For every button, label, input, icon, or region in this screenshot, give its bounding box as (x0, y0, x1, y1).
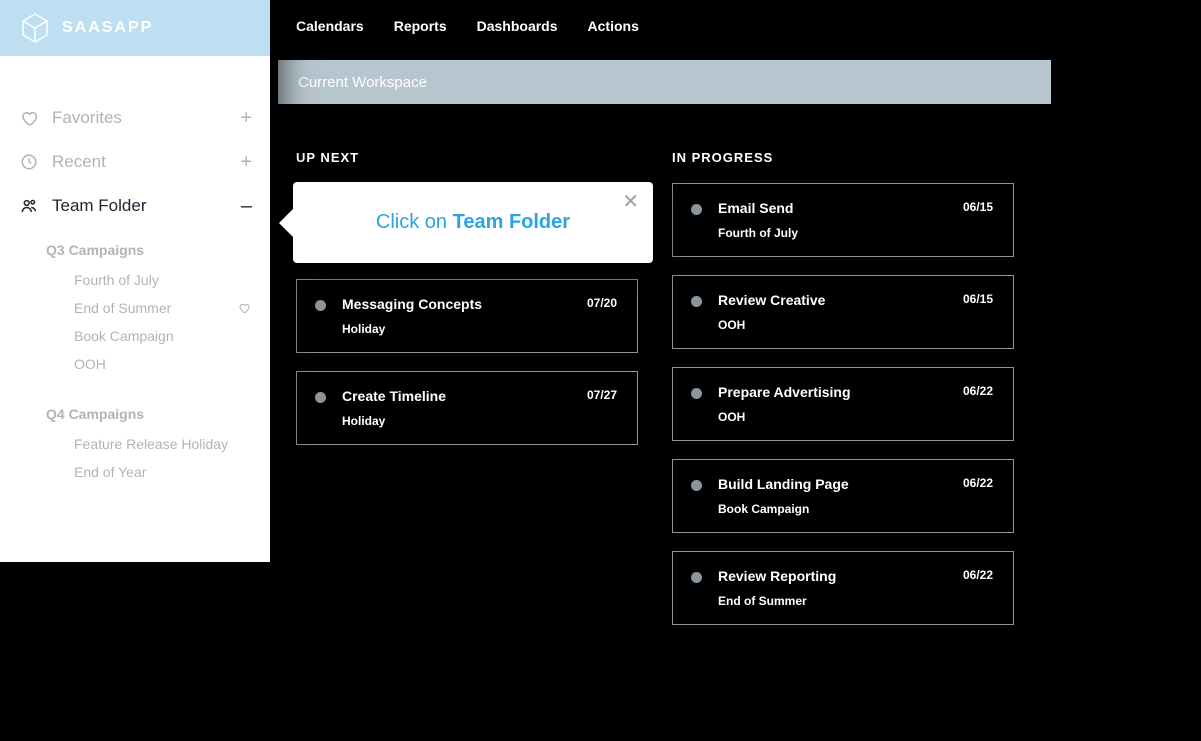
sidebar-item-label: Favorites (52, 108, 240, 128)
card-title: Messaging Concepts (342, 296, 571, 312)
card-subtitle: OOH (718, 318, 947, 332)
card-date: 06/15 (963, 200, 993, 240)
card-subtitle: Book Campaign (718, 502, 947, 516)
sidebar-item-label: Recent (52, 152, 240, 172)
heart-outline-icon (238, 302, 250, 314)
sidebar-item-label: Team Folder (52, 196, 241, 216)
card-date: 06/22 (963, 476, 993, 516)
card-body: Build Landing Page Book Campaign (718, 476, 947, 516)
nav-dashboards[interactable]: Dashboards (477, 18, 558, 34)
card-title: Review Reporting (718, 568, 947, 584)
sidebar-group-header[interactable]: Q4 Campaigns (0, 392, 270, 430)
card-title: Email Send (718, 200, 947, 216)
card-subtitle: Holiday (342, 414, 571, 428)
app-name: SAASAPP (62, 19, 153, 37)
status-dot-icon (315, 300, 326, 311)
heart-icon (20, 109, 38, 127)
card-date: 06/22 (963, 384, 993, 424)
sidebar-sub-item[interactable]: Feature Release Holiday (0, 430, 270, 458)
workspace-title: Current Workspace (298, 74, 427, 91)
sidebar-item-team-folder[interactable]: Team Folder – (0, 184, 270, 228)
card-body: Create Timeline Holiday (342, 388, 571, 428)
nav-reports[interactable]: Reports (394, 18, 447, 34)
card-title: Build Landing Page (718, 476, 947, 492)
top-nav: Calendars Reports Dashboards Actions (296, 18, 639, 34)
nav-actions[interactable]: Actions (588, 18, 639, 34)
sidebar-sub-item[interactable]: Fourth of July (0, 266, 270, 294)
task-card[interactable]: Review Creative OOH 06/15 (672, 275, 1014, 349)
sidebar-sub-item-label: OOH (74, 356, 250, 372)
sidebar-sub-item-label: End of Year (74, 464, 250, 480)
sidebar-sub-item[interactable]: End of Summer (0, 294, 270, 322)
card-date: 07/27 (587, 388, 617, 428)
task-card[interactable]: Messaging Concepts Holiday 07/20 (296, 279, 638, 353)
minus-icon[interactable]: – (241, 196, 252, 216)
sidebar-sub-item-label: End of Summer (74, 300, 238, 316)
card-subtitle: OOH (718, 410, 947, 424)
card-body: Messaging Concepts Holiday (342, 296, 571, 336)
card-subtitle: End of Summer (718, 594, 947, 608)
task-card[interactable]: Create Timeline Holiday 07/27 (296, 371, 638, 445)
column-title: UP NEXT (296, 150, 638, 165)
clock-icon (20, 153, 38, 171)
sidebar-sub-item[interactable]: OOH (0, 350, 270, 378)
task-card[interactable]: Review Reporting End of Summer 06/22 (672, 551, 1014, 625)
people-icon (20, 197, 38, 215)
card-date: 06/22 (963, 568, 993, 608)
card-body: Email Send Fourth of July (718, 200, 947, 240)
status-dot-icon (691, 480, 702, 491)
card-title: Prepare Advertising (718, 384, 947, 400)
card-title: Create Timeline (342, 388, 571, 404)
task-card[interactable]: Email Send Fourth of July 06/15 (672, 183, 1014, 257)
sidebar-item-recent[interactable]: Recent + (0, 140, 270, 184)
task-card[interactable]: Build Landing Page Book Campaign 06/22 (672, 459, 1014, 533)
column-in-progress: IN PROGRESS Email Send Fourth of July 06… (672, 150, 1014, 643)
sidebar-group-header[interactable]: Q3 Campaigns (0, 228, 270, 266)
tooltip-text: Click on Team Folder (376, 211, 570, 234)
status-dot-icon (691, 296, 702, 307)
card-date: 07/20 (587, 296, 617, 336)
sidebar: SAASAPP Favorites + Recent + Team Folder… (0, 0, 270, 562)
onboarding-tooltip: Click on Team Folder ✕ (293, 182, 653, 263)
card-body: Prepare Advertising OOH (718, 384, 947, 424)
plus-icon[interactable]: + (240, 108, 252, 128)
nav-calendars[interactable]: Calendars (296, 18, 364, 34)
card-title: Review Creative (718, 292, 947, 308)
sidebar-sub-item-label: Fourth of July (74, 272, 250, 288)
column-title: IN PROGRESS (672, 150, 1014, 165)
plus-icon[interactable]: + (240, 152, 252, 172)
card-subtitle: Holiday (342, 322, 571, 336)
status-dot-icon (315, 392, 326, 403)
spacer (0, 56, 270, 96)
sidebar-sub-item-label: Feature Release Holiday (74, 436, 250, 452)
tooltip-emphasis: Team Folder (453, 211, 570, 233)
card-date: 06/15 (963, 292, 993, 332)
workspace-banner: Current Workspace (278, 60, 1051, 104)
status-dot-icon (691, 572, 702, 583)
status-dot-icon (691, 388, 702, 399)
tooltip-prefix: Click on (376, 211, 453, 233)
card-subtitle: Fourth of July (718, 226, 947, 240)
sidebar-item-favorites[interactable]: Favorites + (0, 96, 270, 140)
task-card[interactable]: Prepare Advertising OOH 06/22 (672, 367, 1014, 441)
card-body: Review Reporting End of Summer (718, 568, 947, 608)
close-icon[interactable]: ✕ (622, 192, 639, 212)
cube-icon (22, 13, 48, 43)
card-body: Review Creative OOH (718, 292, 947, 332)
sidebar-sub-item-label: Book Campaign (74, 328, 250, 344)
status-dot-icon (691, 204, 702, 215)
sidebar-sub-item[interactable]: Book Campaign (0, 322, 270, 350)
logo-bar: SAASAPP (0, 0, 270, 56)
sidebar-sub-item[interactable]: End of Year (0, 458, 270, 486)
